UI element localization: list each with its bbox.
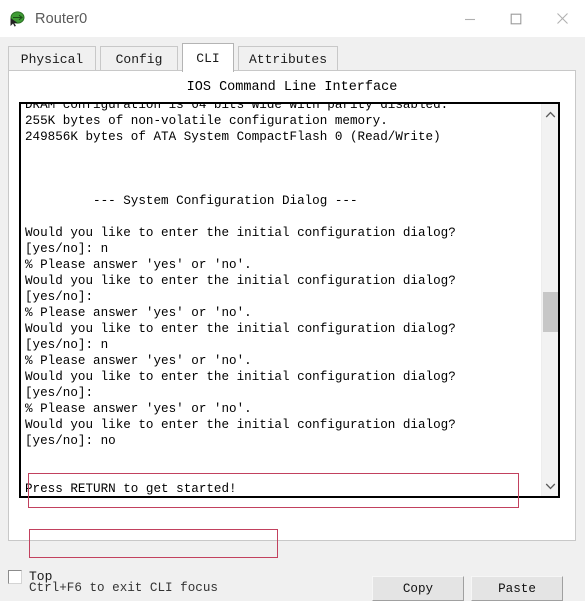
terminal-text: DRAM configuration is 64 bits wide with …: [25, 102, 535, 498]
terminal-line: Would you like to enter the initial conf…: [25, 226, 456, 240]
cli-focus-hint: Ctrl+F6 to exit CLI focus: [29, 581, 218, 595]
window-title: Router0: [35, 10, 88, 27]
terminal-line: 249856K bytes of ATA System CompactFlash…: [25, 130, 441, 144]
close-icon[interactable]: [539, 0, 585, 37]
title-bar: Router0: [0, 0, 585, 37]
chevron-up-icon[interactable]: [542, 106, 558, 123]
terminal-line: Would you like to enter the initial conf…: [25, 322, 456, 336]
terminal-line: [yes/no]:: [25, 386, 94, 400]
copy-button[interactable]: Copy: [372, 576, 464, 601]
scrollbar-thumb[interactable]: [543, 292, 558, 332]
terminal-line: Would you like to enter the initial conf…: [25, 274, 456, 288]
terminal-line: [yes/no]: n: [25, 242, 109, 256]
terminal-line: 255K bytes of non-volatile configuration…: [25, 114, 388, 128]
terminal-scrollbar[interactable]: [541, 104, 558, 496]
maximize-icon[interactable]: [493, 0, 539, 37]
terminal-line: Press RETURN to get started!: [25, 482, 237, 496]
terminal-line: [yes/no]:: [25, 290, 94, 304]
terminal-line: --- System Configuration Dialog ---: [25, 194, 358, 208]
terminal-line: % Please answer 'yes' or 'no'.: [25, 306, 252, 320]
tab-config[interactable]: Config: [100, 46, 178, 72]
page-title: IOS Command Line Interface: [186, 80, 398, 95]
router-icon: [8, 10, 26, 28]
chevron-down-icon[interactable]: [542, 477, 558, 494]
terminal-line: Would you like to enter the initial conf…: [25, 418, 456, 432]
top-checkbox-label: Top: [29, 569, 53, 584]
tab-cli[interactable]: CLI: [182, 43, 234, 72]
tab-attributes[interactable]: Attributes: [238, 46, 338, 72]
annotation-press-return-prompt: [29, 529, 278, 558]
minimize-icon[interactable]: [447, 0, 493, 37]
top-checkbox[interactable]: Top: [8, 569, 52, 584]
terminal-line: [yes/no]: no: [25, 434, 116, 448]
terminal-line: DRAM configuration is 64 bits wide with …: [25, 102, 449, 112]
terminal-line: [yes/no]: n: [25, 338, 109, 352]
window-controls: [447, 0, 585, 37]
paste-button[interactable]: Paste: [471, 576, 563, 601]
terminal-line: % Please answer 'yes' or 'no'.: [25, 402, 252, 416]
checkbox-box[interactable]: [8, 569, 22, 584]
cli-panel: IOS Command Line Interface DRAM configur…: [8, 70, 576, 601]
tab-strip: Physical Config CLI Attributes: [0, 37, 585, 72]
terminal-line: Would you like to enter the initial conf…: [25, 370, 456, 384]
terminal-line: % Please answer 'yes' or 'no'.: [25, 258, 252, 272]
terminal-output[interactable]: DRAM configuration is 64 bits wide with …: [19, 102, 560, 498]
terminal-line: % Please answer 'yes' or 'no'.: [25, 354, 252, 368]
tab-physical[interactable]: Physical: [8, 46, 96, 72]
